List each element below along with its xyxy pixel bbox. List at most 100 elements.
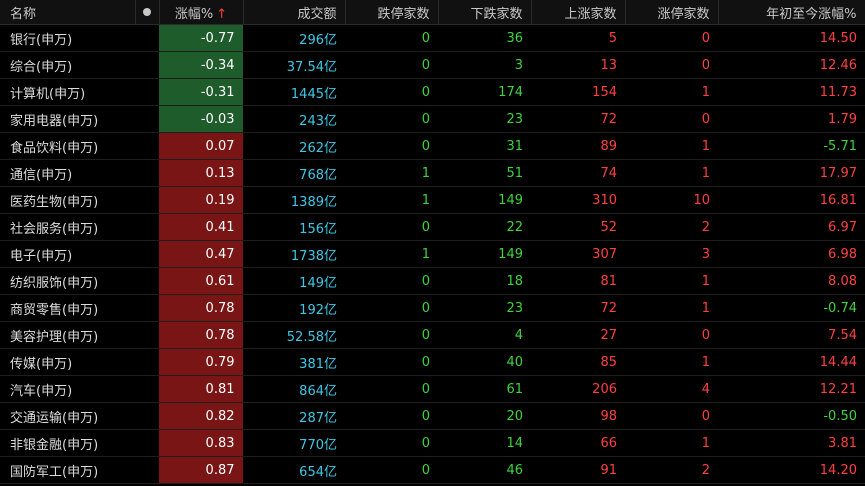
header-limit-down[interactable]: 跌停家数 [345,0,439,25]
limit-up-count: 3 [625,240,718,268]
header-change-pct[interactable]: 涨幅% ↑ [159,0,244,25]
limit-up-count: 0 [625,321,718,349]
limit-down-count: 1 [345,240,438,268]
limit-up-count: 1 [625,132,718,160]
table-row[interactable]: 国防军工(申万) 0.87 654亿 0 46 91 2 14.20 [0,456,865,484]
limit-down-count: 0 [345,213,438,241]
falling-count: 36 [438,24,531,52]
limit-down-count: 0 [345,24,438,52]
volume: 1738亿 [243,240,345,268]
sector-name: 医药生物(申万) [0,186,135,214]
table-row[interactable]: 传媒(申万) 0.79 381亿 0 40 85 1 14.44 [0,348,865,376]
limit-down-count: 1 [345,159,438,187]
change-pct: 0.82 [159,402,244,430]
header-rising[interactable]: 上涨家数 [531,0,626,25]
header-name[interactable]: 名称 [0,0,136,25]
falling-count: 174 [438,78,531,106]
table-row[interactable]: 美容护理(申万) 0.78 52.58亿 0 4 27 0 7.54 [0,321,865,349]
limit-up-count: 1 [625,159,718,187]
table-row[interactable]: 通信(申万) 0.13 768亿 1 51 74 1 17.97 [0,159,865,187]
table-row[interactable]: 纺织服饰(申万) 0.61 149亿 0 18 81 1 8.08 [0,267,865,295]
rising-count: 27 [531,321,625,349]
limit-down-count: 0 [345,105,438,133]
change-pct: 0.78 [159,321,244,349]
table-row[interactable]: 电子(申万) 0.47 1738亿 1 149 307 3 6.98 [0,240,865,268]
change-pct: 0.81 [159,375,244,403]
limit-down-count: 0 [345,456,438,484]
rising-count: 66 [531,429,625,457]
ytd-change: -5.71 [718,132,865,160]
change-pct: -0.77 [159,24,244,52]
header-volume[interactable]: 成交额 [243,0,346,25]
volume: 37.54亿 [243,51,345,79]
rising-count: 72 [531,105,625,133]
sector-name: 电子(申万) [0,240,135,268]
ytd-change: 8.08 [718,267,865,295]
table-row[interactable]: 交通运输(申万) 0.82 287亿 0 20 98 0 -0.50 [0,402,865,430]
ytd-change: -0.74 [718,294,865,322]
limit-up-count: 0 [625,24,718,52]
dot-cell [135,159,159,187]
falling-count: 20 [438,402,531,430]
limit-down-count: 0 [345,348,438,376]
sector-name: 非银金融(申万) [0,429,135,457]
table-row[interactable]: 综合(申万) -0.34 37.54亿 0 3 13 0 12.46 [0,51,865,79]
volume: 262亿 [243,132,345,160]
table-row[interactable]: 家用电器(申万) -0.03 243亿 0 23 72 0 1.79 [0,105,865,133]
rising-count: 98 [531,402,625,430]
sector-name: 纺织服饰(申万) [0,267,135,295]
rising-count: 307 [531,240,625,268]
table-row[interactable]: 食品饮料(申万) 0.07 262亿 0 31 89 1 -5.71 [0,132,865,160]
header-falling[interactable]: 下跌家数 [438,0,532,25]
dot-cell [135,348,159,376]
change-pct: 0.87 [159,456,244,484]
limit-down-count: 0 [345,78,438,106]
dot-icon [143,7,151,16]
limit-up-count: 0 [625,402,718,430]
table-row[interactable]: 社会服务(申万) 0.41 156亿 0 22 52 2 6.97 [0,213,865,241]
header-limit-up[interactable]: 涨停家数 [625,0,719,25]
volume: 149亿 [243,267,345,295]
rising-count: 85 [531,348,625,376]
volume: 287亿 [243,402,345,430]
ytd-change: 14.44 [718,348,865,376]
change-pct: 0.78 [159,294,244,322]
volume: 864亿 [243,375,345,403]
header-ytd[interactable]: 年初至今涨幅% [718,0,865,25]
table-row[interactable]: 非银金融(申万) 0.83 770亿 0 14 66 1 3.81 [0,429,865,457]
dot-cell [135,402,159,430]
volume: 156亿 [243,213,345,241]
sector-name: 国防军工(申万) [0,456,135,484]
table-row[interactable]: 银行(申万) -0.77 296亿 0 36 5 0 14.50 [0,24,865,52]
falling-count: 14 [438,429,531,457]
sector-name: 美容护理(申万) [0,321,135,349]
rising-count: 91 [531,456,625,484]
volume: 1445亿 [243,78,345,106]
table-row[interactable]: 医药生物(申万) 0.19 1389亿 1 149 310 10 16.81 [0,186,865,214]
dot-cell [135,24,159,52]
limit-up-count: 1 [625,294,718,322]
table-row[interactable]: 计算机(申万) -0.31 1445亿 0 174 154 1 11.73 [0,78,865,106]
change-pct: 0.41 [159,213,244,241]
change-pct: 0.61 [159,267,244,295]
dot-cell [135,429,159,457]
limit-down-count: 1 [345,186,438,214]
sector-name: 传媒(申万) [0,348,135,376]
falling-count: 149 [438,240,531,268]
volume: 192亿 [243,294,345,322]
volume: 52.58亿 [243,321,345,349]
table-row[interactable]: 汽车(申万) 0.81 864亿 0 61 206 4 12.21 [0,375,865,403]
limit-up-count: 2 [625,456,718,484]
limit-down-count: 0 [345,51,438,79]
dot-cell [135,78,159,106]
sector-name: 汽车(申万) [0,375,135,403]
header-dot[interactable] [135,0,160,25]
table-body: 银行(申万) -0.77 296亿 0 36 5 0 14.50 综合(申万) -0.34 37.5… [0,24,865,484]
ytd-change: 14.20 [718,456,865,484]
header-row: 名称 涨幅% ↑ 成交额 跌停家数 下跌家数 上涨家数 涨停家数 年初至今涨幅% [0,0,865,25]
dot-cell [135,375,159,403]
sector-name: 商贸零售(申万) [0,294,135,322]
falling-count: 22 [438,213,531,241]
table-row[interactable]: 商贸零售(申万) 0.78 192亿 0 23 72 1 -0.74 [0,294,865,322]
sector-table: 名称 涨幅% ↑ 成交额 跌停家数 下跌家数 上涨家数 涨停家数 年初至今涨幅% … [0,0,865,484]
